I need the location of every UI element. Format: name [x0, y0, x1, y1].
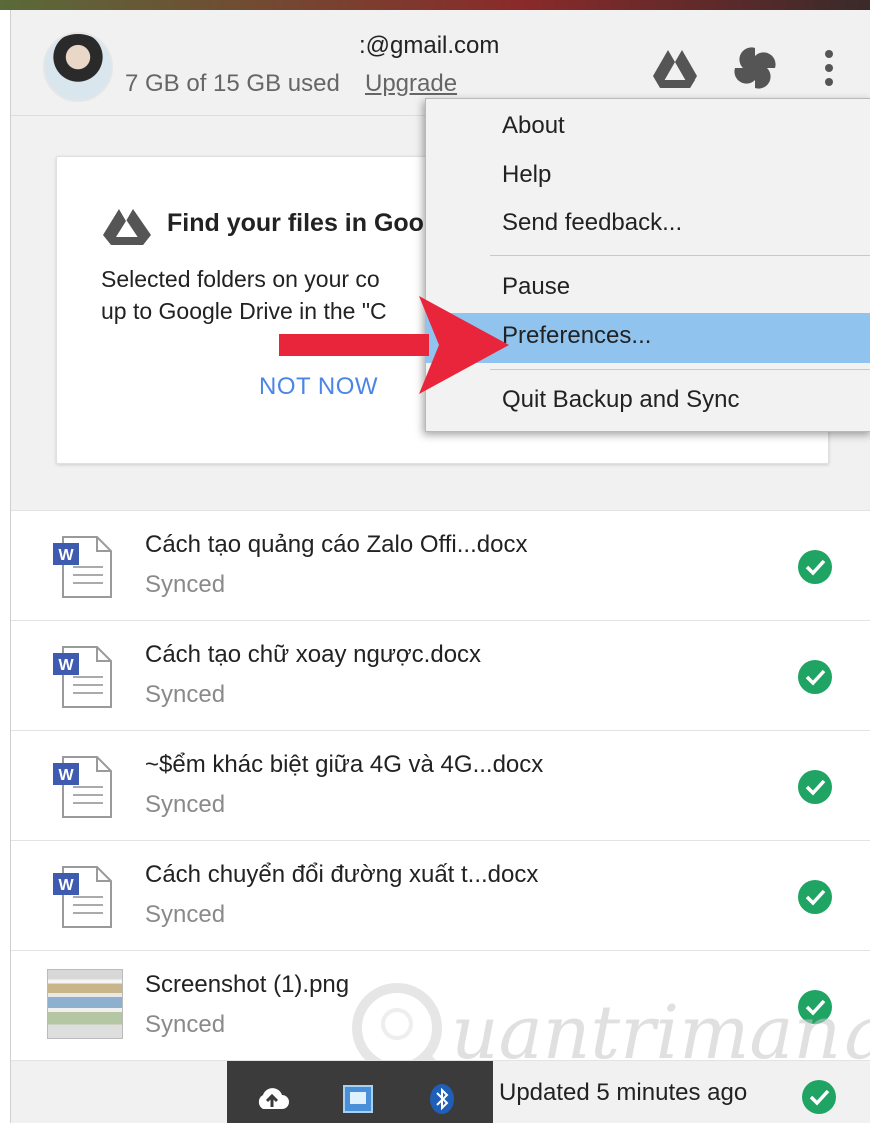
google-drive-icon[interactable]: [651, 44, 699, 92]
synced-check-icon: [802, 1080, 836, 1114]
file-status: Synced: [145, 1011, 226, 1038]
avatar[interactable]: [43, 32, 113, 102]
svg-text:W: W: [58, 767, 74, 784]
word-doc-icon: W: [53, 756, 112, 818]
menu-separator: [490, 255, 870, 256]
file-row[interactable]: W Cách chuyển đổi đường xuất t...docx Sy…: [11, 840, 870, 950]
svg-text:W: W: [58, 877, 74, 894]
storage-usage: 7 GB of 15 GB used: [125, 70, 340, 97]
menu-item-label: About: [502, 112, 565, 139]
annotation-arrow: [279, 296, 509, 394]
word-doc-icon: W: [53, 536, 112, 598]
status-footer: Updated 5 minutes ago: [11, 1060, 870, 1123]
file-row[interactable]: W Cách tạo quảng cáo Zalo Offi...docx Sy…: [11, 510, 870, 620]
file-name: Cách tạo chữ xoay ngược.docx: [145, 641, 482, 668]
file-row[interactable]: W ~$ểm khác biệt giữa 4G và 4G...docx Sy…: [11, 730, 870, 840]
account-email: :@gmail.com: [359, 32, 500, 59]
sync-status-text: Updated 5 minutes ago: [499, 1079, 748, 1106]
file-status: Synced: [145, 571, 226, 598]
synced-check-icon: [798, 550, 832, 584]
cloud-upload-icon[interactable]: [255, 1083, 289, 1115]
file-status: Synced: [145, 791, 226, 818]
menu-item-send-feedback[interactable]: Send feedback...: [426, 202, 870, 248]
network-icon[interactable]: [341, 1083, 375, 1115]
menu-item-label: Preferences...: [502, 322, 652, 349]
file-name: Screenshot (1).png: [145, 971, 350, 998]
bluetooth-icon[interactable]: [425, 1083, 459, 1115]
google-photos-icon[interactable]: [731, 44, 779, 92]
file-row[interactable]: W Cách tạo chữ xoay ngược.docx Synced: [11, 620, 870, 730]
backup-and-sync-panel: :@gmail.com 7 GB of 15 GB used Upgrade F…: [10, 10, 870, 1123]
more-vert-icon[interactable]: [811, 44, 847, 92]
google-drive-icon: [103, 209, 151, 245]
file-name: Cách tạo quảng cáo Zalo Offi...docx: [145, 531, 528, 558]
synced-check-icon: [798, 880, 832, 914]
word-doc-icon: W: [53, 646, 112, 708]
file-name: Cách chuyển đổi đường xuất t...docx: [145, 861, 539, 888]
file-status: Synced: [145, 901, 226, 928]
card-title: Find your files in Goo: [167, 209, 424, 237]
synced-check-icon: [798, 770, 832, 804]
file-status: Synced: [145, 681, 226, 708]
window-top-edge: [0, 0, 870, 10]
system-tray: [227, 1061, 493, 1123]
menu-separator: [490, 369, 870, 370]
synced-check-icon: [798, 660, 832, 694]
menu-item-label: Help: [502, 161, 552, 188]
menu-item-label: Send feedback...: [502, 209, 683, 236]
word-doc-icon: W: [53, 866, 112, 928]
menu-item-label: Quit Backup and Sync: [502, 386, 740, 413]
menu-item-about[interactable]: About: [426, 105, 870, 151]
image-thumbnail: [47, 969, 123, 1039]
upgrade-link[interactable]: Upgrade: [365, 70, 457, 98]
svg-text:W: W: [58, 547, 74, 564]
menu-item-label: Pause: [502, 273, 571, 300]
menu-item-help[interactable]: Help: [426, 154, 870, 200]
svg-text:W: W: [58, 657, 74, 674]
file-name: ~$ểm khác biệt giữa 4G và 4G...docx: [145, 751, 544, 778]
